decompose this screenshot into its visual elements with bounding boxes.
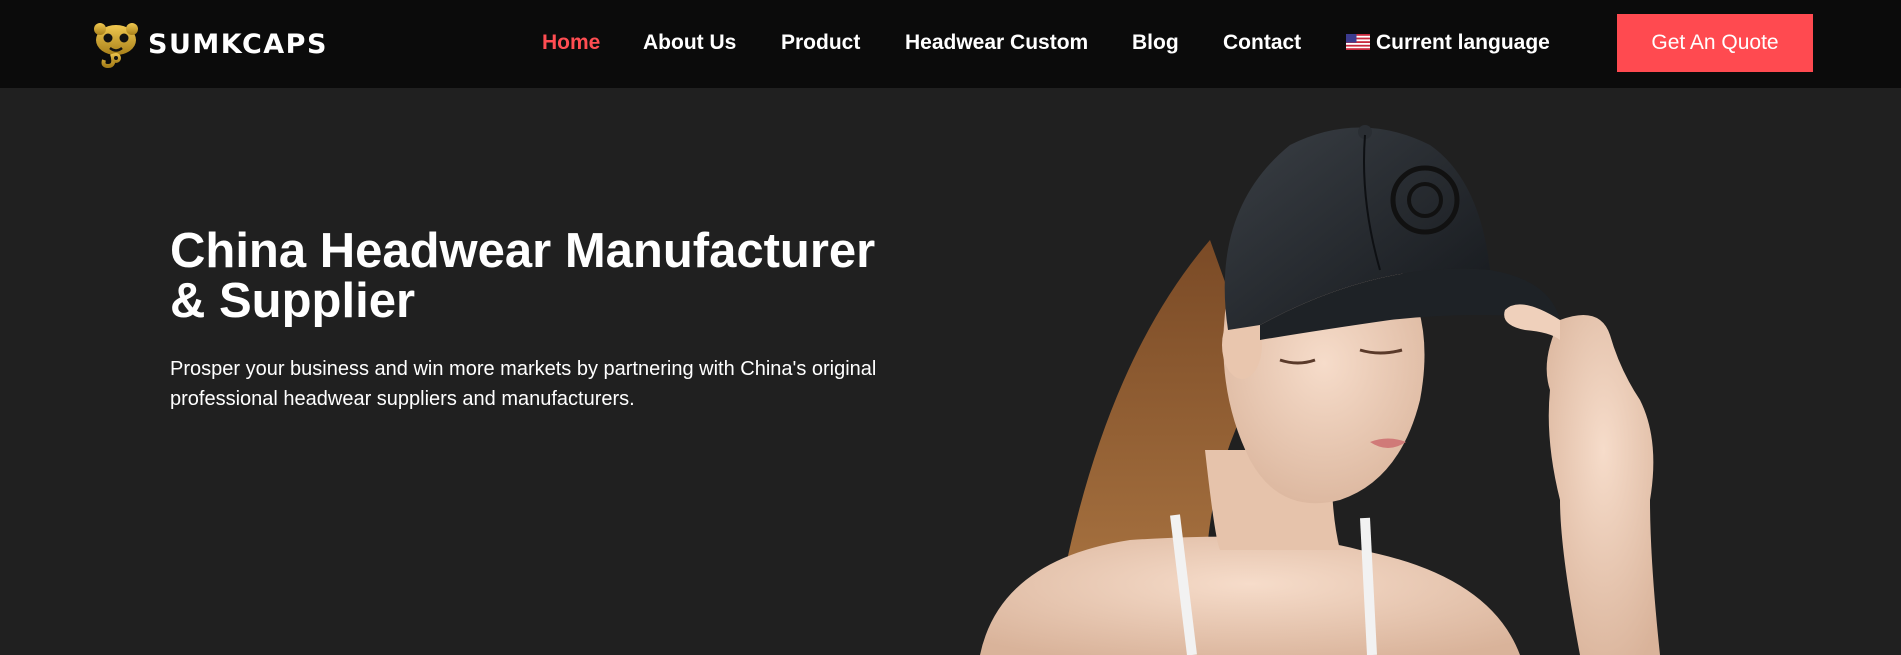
nav-item-headwear-custom[interactable]: Headwear Custom: [905, 31, 1088, 55]
language-selector[interactable]: Current language: [1346, 31, 1550, 55]
hero-model-cap-image: [980, 125, 1660, 655]
nav-item-contact[interactable]: Contact: [1223, 31, 1301, 55]
hero-subtitle-line-2: professional headwear suppliers and manu…: [170, 388, 635, 410]
hero-title-line-2: & Supplier: [170, 274, 416, 328]
language-label: Current language: [1376, 31, 1550, 54]
hero-title-line-1: China Headwear Manufacturer: [170, 224, 876, 278]
hero-subtitle: Prosper your business and win more marke…: [170, 354, 930, 414]
nav-item-about-us[interactable]: About Us: [643, 31, 736, 55]
hero-title: China Headwear Manufacturer & Supplier: [170, 226, 950, 326]
us-flag-icon: [1346, 34, 1370, 50]
nav-item-product[interactable]: Product: [781, 31, 860, 55]
skull-cap-logo-icon: [94, 23, 138, 68]
nav-item-home[interactable]: Home: [542, 31, 600, 55]
get-quote-button[interactable]: Get An Quote: [1617, 14, 1813, 72]
nav-item-blog[interactable]: Blog: [1132, 31, 1179, 55]
brand-name: SUMKCAPS: [148, 28, 328, 60]
hero-subtitle-line-1: Prosper your business and win more marke…: [170, 358, 877, 380]
brand-logo[interactable]: SUMKCAPS: [90, 20, 328, 68]
site-header: SUMKCAPS Home About Us Product Headwear …: [0, 0, 1901, 88]
